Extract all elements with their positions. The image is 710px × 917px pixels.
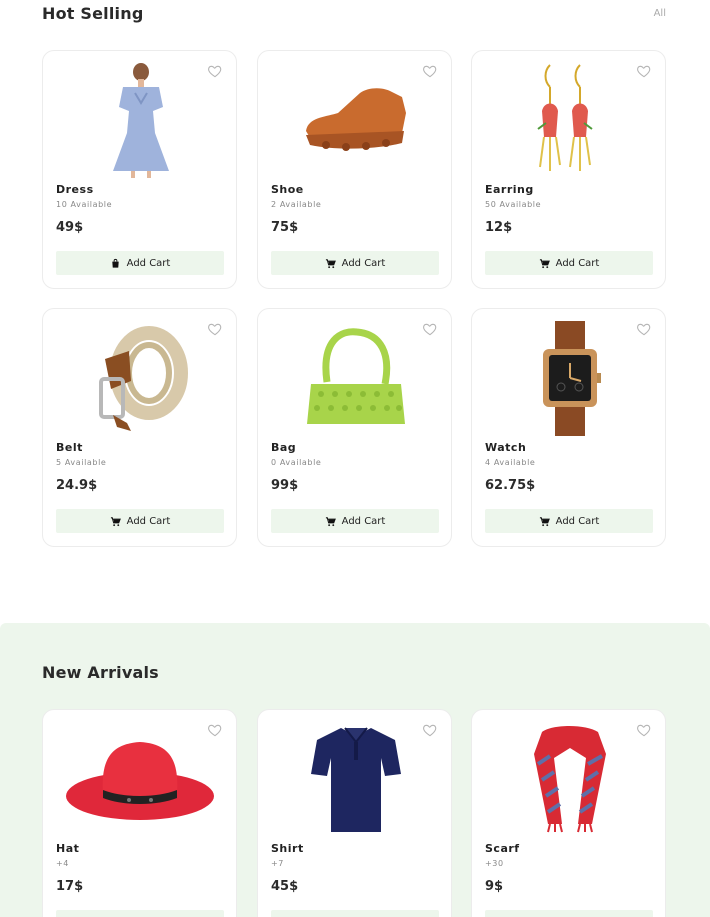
product-card-watch[interactable]: Watch 4 Available 62.75$ Add Cart: [471, 308, 666, 547]
product-availability: 5 Available: [56, 458, 107, 467]
product-name: Bag: [271, 441, 297, 454]
add-cart-label: Add Cart: [341, 257, 386, 269]
watch-image: [472, 319, 665, 437]
cart-icon: [325, 258, 336, 268]
add-cart-button[interactable]: Add Cart: [485, 509, 653, 533]
hat-image: [43, 720, 236, 838]
product-name: Scarf: [485, 842, 520, 855]
product-price: 17$: [56, 879, 84, 894]
add-cart-button[interactable]: Add Cart: [271, 251, 439, 275]
shirt-image: [258, 720, 451, 838]
cart-icon: [110, 516, 121, 526]
product-price: 24.9$: [56, 478, 98, 493]
add-cart-button[interactable]: [56, 910, 224, 917]
product-availability: 0 Available: [271, 458, 322, 467]
add-cart-button[interactable]: Add Cart: [56, 251, 224, 275]
product-card-earring[interactable]: Earring 50 Available 12$ Add Cart: [471, 50, 666, 289]
product-price: 45$: [271, 879, 299, 894]
hot-selling-title: Hot Selling: [42, 4, 144, 23]
product-card-bag[interactable]: Bag 0 Available 99$ Add Cart: [257, 308, 452, 547]
product-card-shoe[interactable]: Shoe 2 Available 75$ Add Cart: [257, 50, 452, 289]
product-availability: 10 Available: [56, 200, 113, 209]
product-price: 75$: [271, 220, 299, 235]
add-cart-label: Add Cart: [126, 515, 171, 527]
product-name: Watch: [485, 441, 527, 454]
dress-image: [43, 61, 236, 179]
product-price: 12$: [485, 220, 513, 235]
product-name: Dress: [56, 183, 94, 196]
belt-image: [43, 319, 236, 437]
bag-image: [258, 319, 451, 437]
add-cart-label: Add Cart: [555, 257, 600, 269]
product-name: Hat: [56, 842, 80, 855]
product-price: 99$: [271, 478, 299, 493]
shoe-image: [258, 61, 451, 179]
product-availability: +7: [271, 859, 284, 868]
add-cart-button[interactable]: [485, 910, 653, 917]
product-card-dress[interactable]: Dress 10 Available 49$ Add Cart: [42, 50, 237, 289]
product-availability: +4: [56, 859, 69, 868]
scarf-image: [472, 720, 665, 838]
see-all-link[interactable]: All: [654, 8, 666, 19]
product-availability: 50 Available: [485, 200, 542, 209]
product-name: Earring: [485, 183, 534, 196]
earring-image: [472, 61, 665, 179]
product-name: Shoe: [271, 183, 304, 196]
product-price: 62.75$: [485, 478, 536, 493]
product-card-belt[interactable]: Belt 5 Available 24.9$ Add Cart: [42, 308, 237, 547]
add-cart-label: Add Cart: [555, 515, 600, 527]
add-cart-button[interactable]: Add Cart: [485, 251, 653, 275]
new-arrivals-title: New Arrivals: [42, 663, 159, 682]
add-cart-button[interactable]: [271, 910, 439, 917]
add-cart-label: Add Cart: [341, 515, 386, 527]
product-price: 9$: [485, 879, 504, 894]
add-cart-button[interactable]: Add Cart: [56, 509, 224, 533]
product-card-shirt[interactable]: Shirt +7 45$: [257, 709, 452, 917]
add-cart-label: Add Cart: [126, 257, 171, 269]
product-name: Belt: [56, 441, 83, 454]
cart-icon: [325, 516, 336, 526]
page: Hot Selling All Dress 10 Available 49$ A…: [0, 0, 710, 917]
bag-icon: [111, 258, 119, 268]
product-availability: 2 Available: [271, 200, 322, 209]
product-availability: 4 Available: [485, 458, 536, 467]
product-card-hat[interactable]: Hat +4 17$: [42, 709, 237, 917]
product-card-scarf[interactable]: Scarf +30 9$: [471, 709, 666, 917]
add-cart-button[interactable]: Add Cart: [271, 509, 439, 533]
cart-icon: [539, 516, 550, 526]
product-availability: +30: [485, 859, 504, 868]
product-name: Shirt: [271, 842, 304, 855]
cart-icon: [539, 258, 550, 268]
product-price: 49$: [56, 220, 84, 235]
